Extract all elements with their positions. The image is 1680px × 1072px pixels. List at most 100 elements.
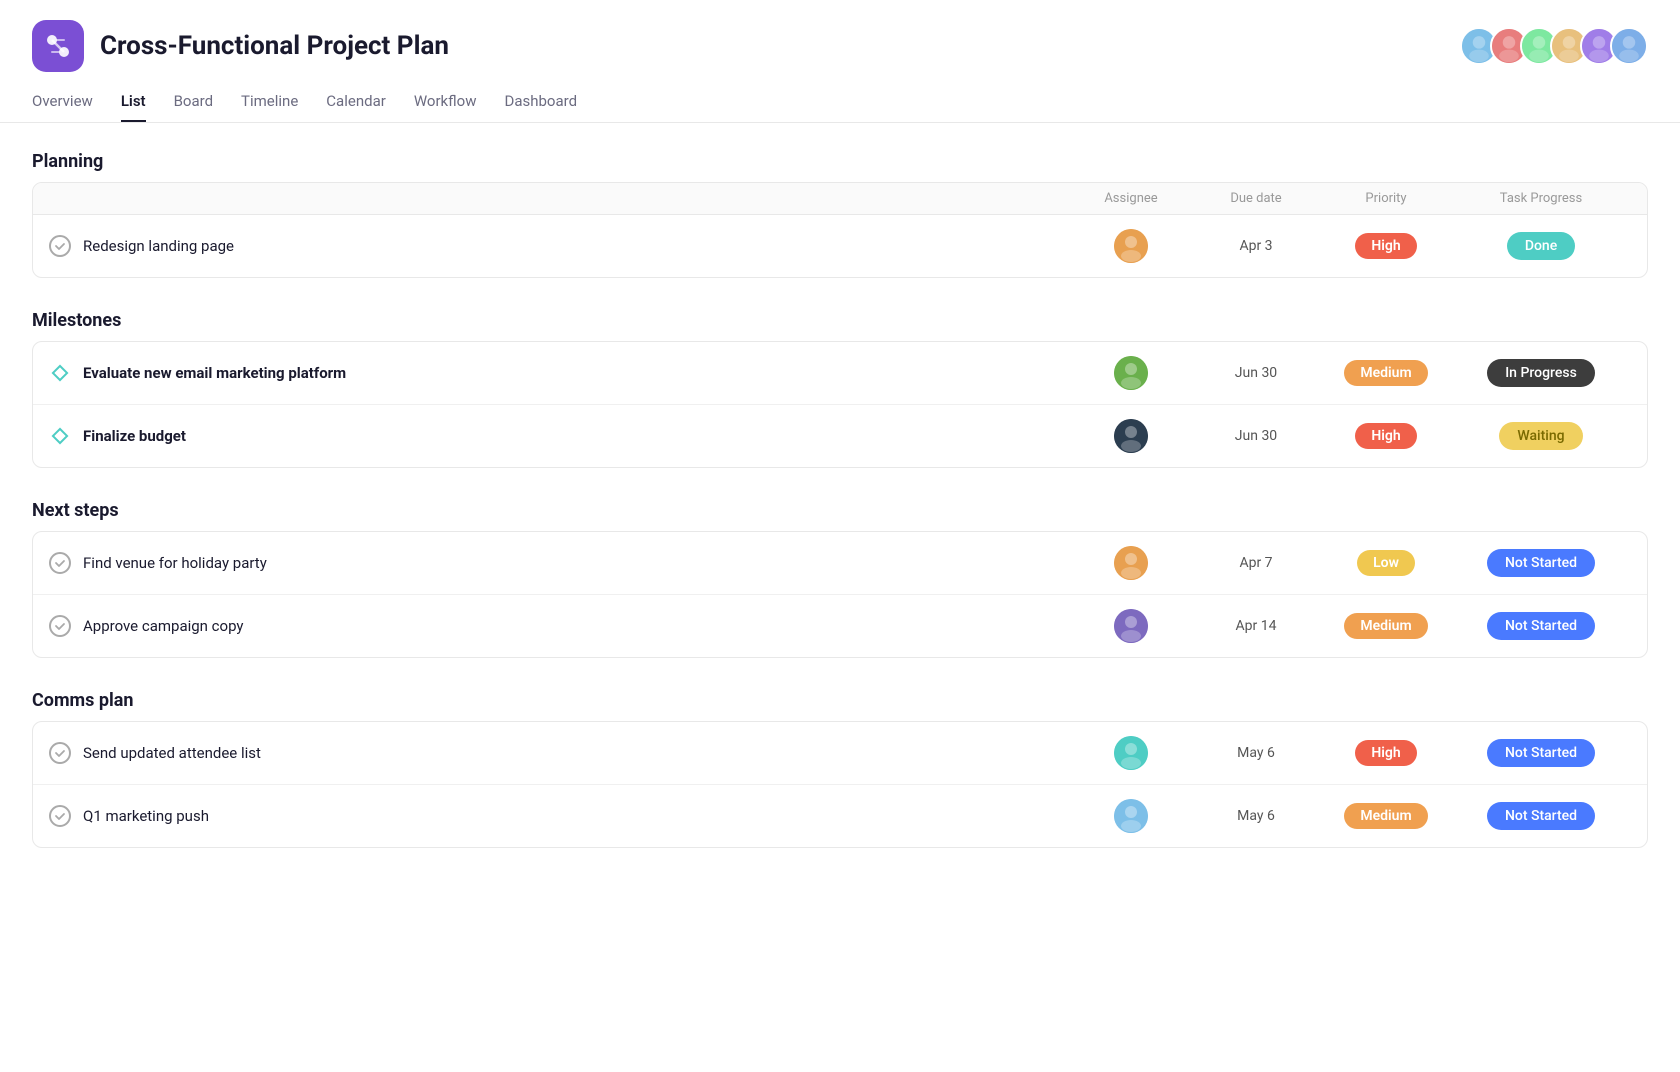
progress-cell: In Progress: [1451, 359, 1631, 387]
task-table: AssigneeDue datePriorityTask Progress Re…: [32, 182, 1648, 278]
priority-badge: High: [1355, 740, 1416, 766]
milestone-icon: [49, 425, 71, 447]
task-row[interactable]: Redesign landing page Apr 3 High Done: [33, 215, 1647, 277]
check-icon: [49, 805, 71, 827]
table-header-cell: Due date: [1191, 191, 1321, 206]
section-title: Milestones: [32, 310, 1648, 331]
assignee-avatar: [1114, 419, 1148, 453]
section-title: Next steps: [32, 500, 1648, 521]
section-title: Planning: [32, 151, 1648, 172]
assignee-avatar: [1114, 546, 1148, 580]
progress-badge: In Progress: [1487, 359, 1595, 387]
priority-cell: Medium: [1321, 613, 1451, 639]
due-date-cell: May 6: [1191, 745, 1321, 761]
progress-cell: Not Started: [1451, 739, 1631, 767]
avatar-group: [1460, 27, 1648, 65]
progress-cell: Done: [1451, 232, 1631, 260]
task-name-cell: Finalize budget: [49, 425, 1071, 447]
header-left: Cross-Functional Project Plan: [32, 20, 449, 72]
assignee-avatar: [1114, 799, 1148, 833]
assignee-avatar: [1114, 356, 1148, 390]
header-avatar: [1610, 27, 1648, 65]
tab-timeline[interactable]: Timeline: [241, 92, 298, 122]
priority-cell: Low: [1321, 550, 1451, 576]
task-name-cell: Evaluate new email marketing platform: [49, 362, 1071, 384]
progress-badge: Not Started: [1487, 739, 1595, 767]
priority-badge: Medium: [1344, 803, 1427, 829]
priority-cell: High: [1321, 423, 1451, 449]
assignee-cell: [1071, 546, 1191, 580]
task-row[interactable]: Approve campaign copy Apr 14Medium Not St…: [33, 595, 1647, 657]
progress-badge: Done: [1507, 232, 1575, 260]
task-row[interactable]: Q1 marketing push May 6 Medium Not Started: [33, 785, 1647, 847]
table-header: AssigneeDue datePriorityTask Progress: [33, 183, 1647, 215]
task-row[interactable]: Send updated attendee list May 6 High Not …: [33, 722, 1647, 785]
due-date-cell: Jun 30: [1191, 428, 1321, 444]
task-name-text: Redesign landing page: [83, 237, 234, 255]
task-row[interactable]: Finalize budget Jun 30 High Waiting: [33, 405, 1647, 467]
task-name-text: Approve campaign copy: [83, 617, 244, 635]
priority-badge: Medium: [1344, 360, 1427, 386]
check-icon: [49, 235, 71, 257]
task-name-cell: Redesign landing page: [49, 235, 1071, 257]
progress-badge: Not Started: [1487, 612, 1595, 640]
progress-badge: Waiting: [1499, 422, 1582, 450]
main-content: Planning AssigneeDue datePriorityTask Pro…: [0, 123, 1680, 908]
task-table: Send updated attendee list May 6 High Not …: [32, 721, 1648, 848]
tab-list[interactable]: List: [121, 92, 146, 122]
assignee-cell: [1071, 419, 1191, 453]
section-milestones: Milestones Evaluate new email marketing …: [32, 310, 1648, 468]
progress-cell: Not Started: [1451, 612, 1631, 640]
due-date-cell: Apr 3: [1191, 238, 1321, 254]
task-name-cell: Q1 marketing push: [49, 805, 1071, 827]
priority-cell: High: [1321, 233, 1451, 259]
task-name-cell: Send updated attendee list: [49, 742, 1071, 764]
section-planning: Planning AssigneeDue datePriorityTask Pro…: [32, 151, 1648, 278]
assignee-cell: [1071, 356, 1191, 390]
task-row[interactable]: Evaluate new email marketing platform Ju…: [33, 342, 1647, 405]
milestone-icon: [49, 362, 71, 384]
check-icon: [49, 615, 71, 637]
table-header-cell: [49, 191, 1071, 206]
assignee-cell: [1071, 229, 1191, 263]
assignee-cell: [1071, 736, 1191, 770]
section-next-steps: Next steps Find venue for holiday party …: [32, 500, 1648, 658]
page-header: Cross-Functional Project Plan: [0, 0, 1680, 72]
tab-workflow[interactable]: Workflow: [414, 92, 477, 122]
tab-board[interactable]: Board: [174, 92, 213, 122]
section-comms-plan: Comms plan Send updated attendee list Ma…: [32, 690, 1648, 848]
task-name-text: Find venue for holiday party: [83, 554, 267, 572]
tab-dashboard[interactable]: Dashboard: [504, 92, 577, 122]
app-icon: [32, 20, 84, 72]
assignee-cell: [1071, 609, 1191, 643]
assignee-cell: [1071, 799, 1191, 833]
assignee-avatar: [1114, 229, 1148, 263]
table-header-cell: Priority: [1321, 191, 1451, 206]
task-name-text: Q1 marketing push: [83, 807, 209, 825]
priority-cell: High: [1321, 740, 1451, 766]
due-date-cell: Apr 7: [1191, 555, 1321, 571]
due-date-cell: Jun 30: [1191, 365, 1321, 381]
tab-overview[interactable]: Overview: [32, 92, 93, 122]
nav-tabs: Overview List Board Timeline Calendar Workflo…: [0, 80, 1680, 123]
table-header-cell: Task Progress: [1451, 191, 1631, 206]
task-table: Evaluate new email marketing platform Ju…: [32, 341, 1648, 468]
assignee-avatar: [1114, 736, 1148, 770]
due-date-cell: May 6: [1191, 808, 1321, 824]
task-row[interactable]: Find venue for holiday party Apr 7LowNot…: [33, 532, 1647, 595]
tab-calendar[interactable]: Calendar: [326, 92, 386, 122]
table-header-cell: Assignee: [1071, 191, 1191, 206]
priority-cell: Medium: [1321, 803, 1451, 829]
priority-badge: High: [1355, 423, 1416, 449]
check-icon: [49, 742, 71, 764]
project-title: Cross-Functional Project Plan: [100, 31, 449, 61]
priority-badge: Low: [1357, 550, 1415, 576]
progress-cell: Waiting: [1451, 422, 1631, 450]
progress-cell: Not Started: [1451, 802, 1631, 830]
task-name-text: Send updated attendee list: [83, 744, 261, 762]
assignee-avatar: [1114, 609, 1148, 643]
section-title: Comms plan: [32, 690, 1648, 711]
priority-badge: High: [1355, 233, 1416, 259]
progress-badge: Not Started: [1487, 802, 1595, 830]
due-date-cell: Apr 14: [1191, 618, 1321, 634]
